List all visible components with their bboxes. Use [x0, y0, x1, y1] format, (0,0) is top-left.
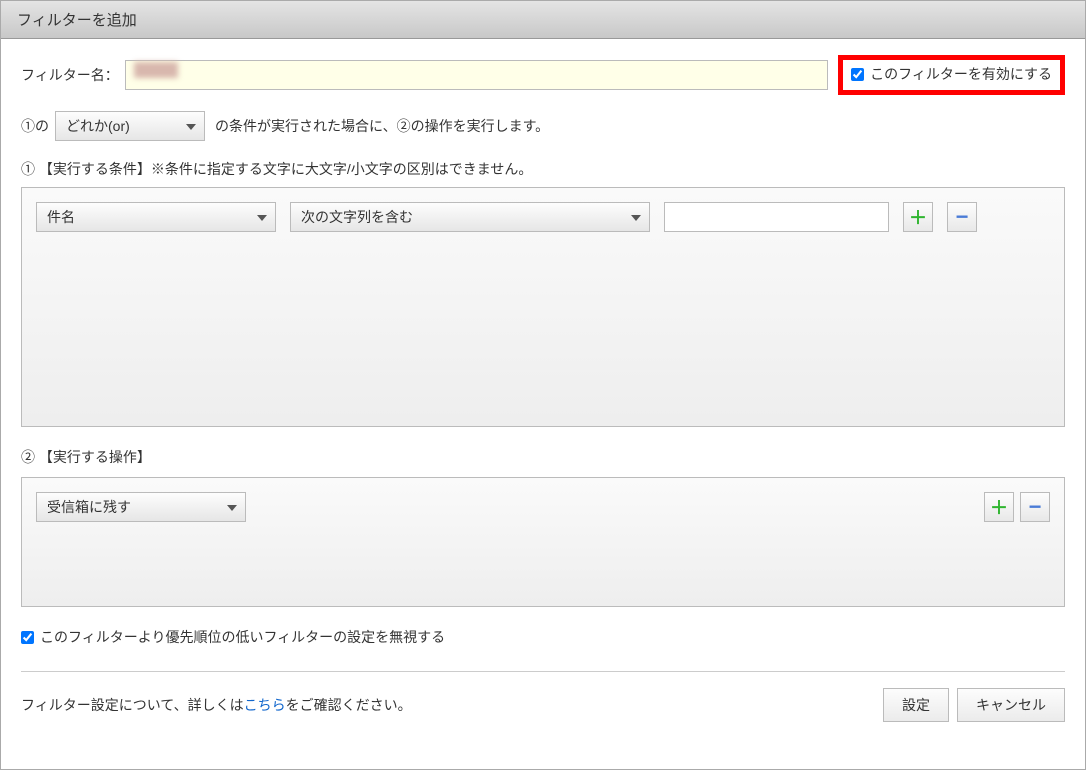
priority-row: このフィルターより優先順位の低いフィルターの設定を無視する: [21, 627, 1065, 647]
plus-icon: ＋: [909, 204, 927, 230]
condition-operator-select[interactable]: 次の文字列を含む: [290, 202, 650, 232]
action-buttons: ＋ −: [984, 492, 1050, 522]
filter-name-label: フィルター名：: [21, 65, 119, 85]
footer-text-before: フィルター設定について、詳しくは: [21, 697, 244, 713]
add-filter-dialog: フィルターを追加 フィルター名： このフィルターを有効にする ①の どれか(or…: [0, 0, 1086, 770]
footer-text-after: をご確認ください。: [286, 697, 412, 713]
dialog-content: フィルター名： このフィルターを有効にする ①の どれか(or) の条件が実行さ…: [1, 39, 1085, 769]
action-select-value: 受信箱に残す: [47, 497, 131, 517]
add-action-button[interactable]: ＋: [984, 492, 1014, 522]
condition-operator-value: 次の文字列を含む: [301, 207, 413, 227]
condition-field-value: 件名: [47, 207, 75, 227]
logic-dropdown[interactable]: どれか(or): [55, 111, 205, 141]
condition-row: 件名 次の文字列を含む ＋ −: [36, 202, 1050, 232]
enable-filter-checkbox[interactable]: [851, 68, 864, 81]
condition-field-select[interactable]: 件名: [36, 202, 276, 232]
minus-icon: −: [1029, 494, 1042, 520]
priority-checkbox[interactable]: [21, 631, 34, 644]
conditions-header: ① 【実行する条件】※条件に指定する文字に大文字/小文字の区別はできません。: [21, 159, 1065, 179]
priority-label: このフィルターより優先順位の低いフィルターの設定を無視する: [40, 627, 445, 647]
filter-name-row: フィルター名： このフィルターを有効にする: [21, 55, 1065, 95]
footer-text: フィルター設定について、詳しくはこちらをご確認ください。: [21, 695, 412, 715]
logic-row: ①の どれか(or) の条件が実行された場合に、②の操作を実行します。: [21, 111, 1065, 141]
logic-suffix: の条件が実行された場合に、②の操作を実行します。: [215, 116, 549, 136]
condition-value-input[interactable]: [664, 202, 889, 232]
conditions-panel: 件名 次の文字列を含む ＋ −: [21, 187, 1065, 427]
remove-condition-button[interactable]: −: [947, 202, 977, 232]
actions-panel: 受信箱に残す ＋ −: [21, 477, 1065, 607]
footer-link[interactable]: こちら: [244, 697, 286, 713]
enable-filter-label: このフィルターを有効にする: [870, 64, 1052, 84]
submit-button[interactable]: 設定: [883, 688, 949, 722]
dialog-title: フィルターを追加: [1, 1, 1085, 39]
action-select[interactable]: 受信箱に残す: [36, 492, 246, 522]
footer-buttons: 設定 キャンセル: [883, 688, 1065, 722]
plus-icon: ＋: [990, 494, 1008, 520]
remove-action-button[interactable]: −: [1020, 492, 1050, 522]
minus-icon: −: [956, 204, 969, 230]
divider: [21, 671, 1065, 672]
actions-header: ② 【実行する操作】: [21, 447, 1065, 467]
cancel-button[interactable]: キャンセル: [957, 688, 1065, 722]
add-condition-button[interactable]: ＋: [903, 202, 933, 232]
filter-name-input[interactable]: [125, 60, 828, 90]
logic-dropdown-value: どれか(or): [66, 116, 130, 136]
footer-row: フィルター設定について、詳しくはこちらをご確認ください。 設定 キャンセル: [21, 688, 1065, 722]
enable-filter-highlight: このフィルターを有効にする: [838, 55, 1065, 95]
redacted-text: [134, 62, 178, 78]
logic-prefix: ①の: [21, 116, 49, 136]
